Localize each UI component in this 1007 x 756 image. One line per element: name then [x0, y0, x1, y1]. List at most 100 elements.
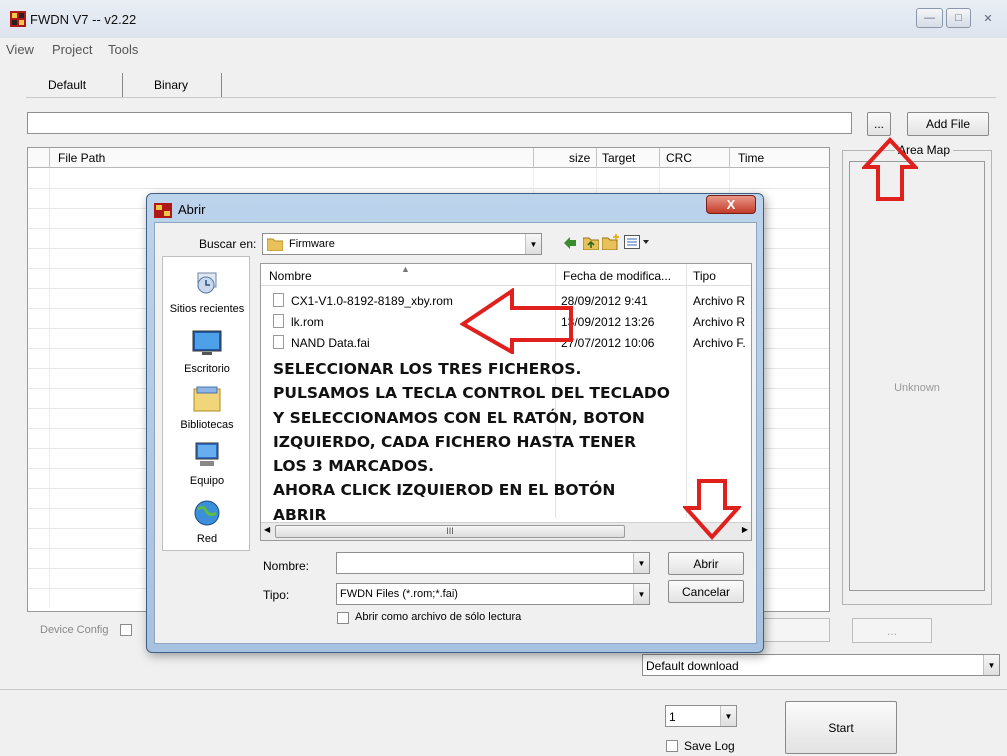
computer-icon: [195, 442, 219, 466]
start-button[interactable]: Start: [785, 701, 897, 754]
place-recent[interactable]: Sitios recientes: [163, 269, 251, 315]
network-globe-icon: [194, 500, 220, 526]
title-bar: [0, 0, 1007, 38]
new-folder-icon[interactable]: [602, 234, 620, 250]
annotation-line: LOS 3 MARCADOS.: [273, 457, 435, 476]
browse-button[interactable]: ...: [867, 112, 891, 136]
column-fecha[interactable]: Fecha de modifica...: [563, 269, 671, 283]
place-computer[interactable]: Equipo: [163, 441, 251, 487]
file-type: Archivo F.: [693, 336, 746, 350]
maximize-button[interactable]: □: [946, 8, 971, 28]
dialog-app-icon: [154, 203, 172, 218]
column-tipo[interactable]: Tipo: [693, 269, 716, 283]
up-folder-icon[interactable]: [583, 235, 599, 250]
column-size[interactable]: size: [569, 151, 590, 165]
device-config-label: Device Config: [40, 624, 109, 636]
add-file-button[interactable]: Add File: [907, 112, 989, 136]
column-file-path[interactable]: File Path: [58, 151, 105, 165]
tab-divider: [122, 73, 123, 97]
count-select[interactable]: 1 ▼: [665, 705, 737, 727]
tab-divider: [221, 73, 222, 97]
area-map-group: Area Map Unknown: [842, 143, 992, 605]
file-name: CX1-V1.0-8192-8189_xby.rom: [291, 294, 453, 308]
file-name: NAND Data.fai: [291, 336, 370, 350]
tab-underline: [26, 97, 996, 98]
count-value: 1: [669, 710, 676, 724]
file-type: Archivo R: [693, 294, 746, 308]
area-map-panel: Unknown: [849, 161, 985, 591]
column-time[interactable]: Time: [738, 151, 764, 165]
folder-icon: [267, 238, 283, 251]
desktop-icon: [192, 330, 222, 355]
place-desktop[interactable]: Escritorio: [163, 329, 251, 375]
menu-bar: [0, 38, 1007, 60]
device-config-checkbox[interactable]: [120, 624, 132, 636]
minimize-button[interactable]: —: [916, 8, 943, 28]
place-network[interactable]: Red: [163, 499, 251, 545]
divider: [0, 689, 1007, 690]
annotation-line: Y SELECCIONAMOS CON EL RATÓN, BOTON: [273, 408, 645, 427]
annotation-line: SELECCIONAR LOS TRES FICHEROS.: [273, 360, 582, 378]
places-bar: Sitios recientes Escritorio Bibliotecas …: [162, 256, 250, 551]
file-name-input[interactable]: ▼: [336, 552, 650, 574]
scroll-left-icon[interactable]: ◀: [264, 525, 270, 534]
chevron-down-icon: ▼: [525, 234, 541, 254]
place-label: Red: [196, 533, 218, 545]
file-date: 13/09/2012 13:26: [561, 315, 655, 329]
menu-view[interactable]: View: [6, 42, 34, 57]
libraries-icon: [193, 386, 221, 412]
menu-project[interactable]: Project: [52, 42, 92, 57]
scroll-right-icon[interactable]: ▶: [742, 525, 748, 534]
place-label: Bibliotecas: [180, 419, 234, 431]
chevron-down-icon: ▼: [720, 706, 736, 726]
recent-places-icon: [197, 272, 217, 294]
look-in-label: Buscar en:: [199, 237, 257, 251]
window-title: FWDN V7 -- v2.22: [30, 12, 137, 27]
place-label: Escritorio: [184, 363, 230, 375]
look-in-select[interactable]: Firmware ▼: [262, 233, 542, 255]
close-window-button[interactable]: ✕: [974, 8, 1002, 28]
save-log-checkbox[interactable]: [666, 740, 678, 752]
sort-arrow-icon: ▲: [401, 264, 410, 274]
file-path-input[interactable]: [27, 112, 852, 134]
column-target[interactable]: Target: [602, 151, 635, 165]
annotation-line: IZQUIERDO, CADA FICHERO HASTA TENER: [273, 432, 637, 451]
place-label: Sitios recientes: [169, 303, 245, 315]
menu-tools[interactable]: Tools: [108, 42, 138, 57]
annotation-line: ABRIR: [273, 505, 327, 524]
table-header: File Path size Target CRC Time: [28, 148, 829, 168]
readonly-label: Abrir como archivo de sólo lectura: [355, 611, 522, 623]
file-icon: [273, 314, 284, 328]
file-type: Archivo R: [693, 315, 746, 329]
readonly-checkbox[interactable]: [337, 612, 349, 624]
file-icon: [273, 293, 284, 307]
back-icon[interactable]: [563, 236, 577, 250]
tab-binary[interactable]: Binary: [154, 72, 188, 98]
place-label: Equipo: [189, 475, 225, 487]
tab-default[interactable]: Default: [48, 72, 86, 98]
disabled-browse-button[interactable]: ...: [852, 618, 932, 643]
column-crc[interactable]: CRC: [666, 151, 692, 165]
area-map-status: Unknown: [894, 382, 940, 394]
annotation-line: PULSAMOS LA TECLA CONTROL DEL TECLADO: [273, 384, 670, 403]
file-type-select[interactable]: FWDN Files (*.rom;*.fai) ▼: [336, 583, 650, 605]
save-log-label: Save Log: [684, 739, 735, 753]
cancel-button[interactable]: Cancelar: [668, 580, 744, 603]
column-nombre[interactable]: Nombre: [269, 269, 312, 283]
place-libraries[interactable]: Bibliotecas: [163, 385, 251, 431]
file-type-value: FWDN Files (*.rom;*.fai): [340, 588, 458, 600]
chevron-down-icon: ▼: [983, 655, 999, 675]
annotation-line: AHORA CLICK IZQUIEROD EN EL BOTÓN: [273, 481, 616, 500]
file-name-label: Nombre:: [263, 559, 310, 573]
file-date: 27/07/2012 10:06: [561, 336, 655, 350]
chevron-down-icon: ▼: [633, 584, 649, 604]
view-menu-icon[interactable]: [624, 235, 650, 249]
open-button[interactable]: Abrir: [668, 552, 744, 575]
dialog-close-button[interactable]: X: [706, 195, 756, 214]
download-mode-select[interactable]: Default download ▼: [642, 654, 1000, 676]
dialog-title: Abrir: [178, 202, 206, 217]
red-arrow-left-icon: [460, 288, 573, 354]
file-name: lk.rom: [291, 315, 324, 329]
red-arrow-down-icon: [683, 479, 741, 540]
red-arrow-up-icon: [862, 137, 918, 201]
